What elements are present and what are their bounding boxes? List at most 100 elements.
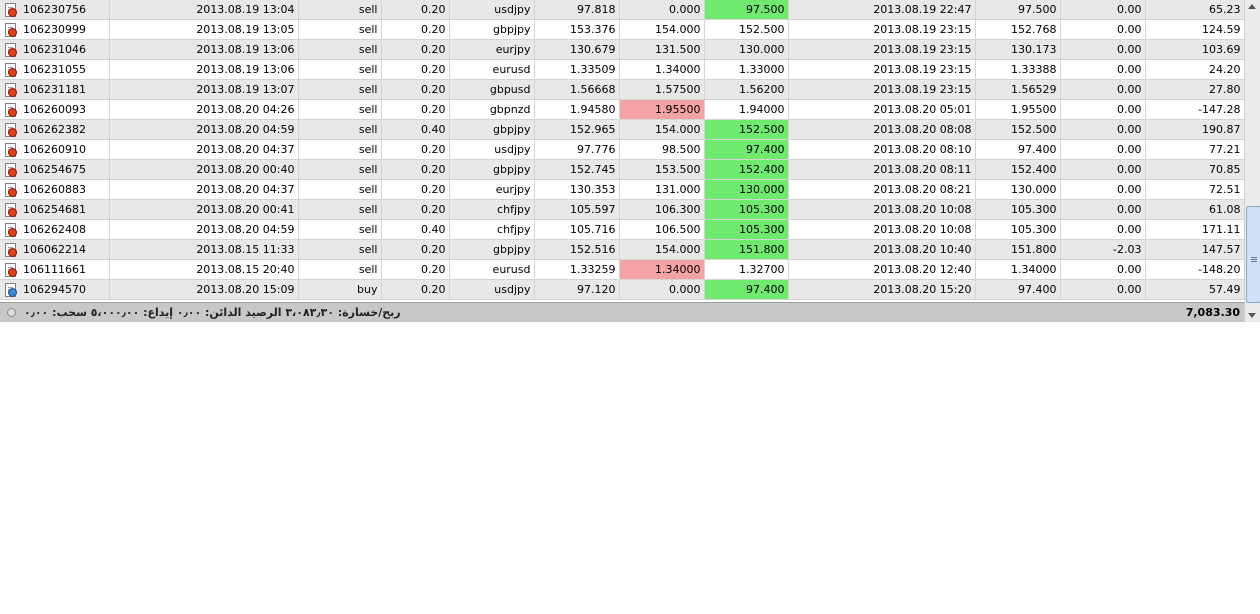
type-cell: sell (298, 99, 382, 120)
open-price-cell: 105.597 (534, 199, 620, 220)
table-row[interactable]: 106111661 2013.08.15 20:40 sell 0.20 eurusd 1… (0, 259, 1245, 280)
size-cell: 0.40 (381, 119, 450, 140)
table-row[interactable]: 106260910 2013.08.20 04:37 sell 0.20 usdjpy 9… (0, 139, 1245, 160)
ticket-cell: 106260883 (0, 179, 110, 200)
table-row[interactable]: 106062214 2013.08.15 11:33 sell 0.20 gbpjpy 1… (0, 239, 1245, 260)
ticket-cell: 106231055 (0, 59, 110, 80)
close-price-cell: 1.95500 (975, 99, 1061, 120)
open-price-cell: 97.818 (534, 0, 620, 20)
ticket-cell: 106294570 (0, 279, 110, 300)
close-price-cell: 130.173 (975, 39, 1061, 60)
account-history-panel: 106230756 2013.08.19 13:04 sell 0.20 usdjpy 9… (0, 0, 1260, 323)
table-row[interactable]: 106262382 2013.08.20 04:59 sell 0.40 gbpjpy 1… (0, 119, 1245, 140)
sell-order-icon (4, 163, 17, 177)
type-cell: sell (298, 119, 382, 140)
ticket-number: 106294570 (23, 283, 86, 296)
open-time-cell: 2013.08.20 00:41 (109, 199, 299, 220)
close-price-cell: 1.34000 (975, 259, 1061, 280)
close-time-cell: 2013.08.20 10:40 (788, 239, 976, 260)
grip-icon (1251, 257, 1257, 258)
swap-cell: 0.00 (1060, 99, 1146, 120)
stop-loss-cell: 1.95500 (619, 99, 705, 120)
take-profit-cell: 97.400 (704, 279, 789, 300)
close-time-cell: 2013.08.19 22:47 (788, 0, 976, 20)
stop-loss-cell: 131.000 (619, 179, 705, 200)
close-time-cell: 2013.08.20 10:08 (788, 199, 976, 220)
table-row[interactable]: 106254675 2013.08.20 00:40 sell 0.20 gbpjpy 1… (0, 159, 1245, 180)
table-row[interactable]: 106294570 2013.08.20 15:09 buy 0.20 usdjpy 97… (0, 279, 1245, 300)
vertical-scrollbar[interactable] (1244, 0, 1260, 322)
table-row[interactable]: 106254681 2013.08.20 00:41 sell 0.20 chfjpy 1… (0, 199, 1245, 220)
size-cell: 0.40 (381, 219, 450, 240)
size-cell: 0.20 (381, 79, 450, 100)
table-row[interactable]: 106231055 2013.08.19 13:06 sell 0.20 eurusd 1… (0, 59, 1245, 80)
close-time-cell: 2013.08.20 12:40 (788, 259, 976, 280)
type-cell: sell (298, 239, 382, 260)
open-time-cell: 2013.08.20 04:37 (109, 139, 299, 160)
profit-cell: -148.20 (1145, 259, 1245, 280)
symbol-cell: gbpusd (449, 79, 535, 100)
symbol-cell: eurjpy (449, 39, 535, 60)
type-cell: sell (298, 219, 382, 240)
stop-loss-cell: 131.500 (619, 39, 705, 60)
profit-cell: 171.11 (1145, 219, 1245, 240)
open-price-cell: 1.33509 (534, 59, 620, 80)
open-time-cell: 2013.08.20 04:59 (109, 219, 299, 240)
size-cell: 0.20 (381, 239, 450, 260)
swap-cell: 0.00 (1060, 179, 1146, 200)
open-time-cell: 2013.08.19 13:04 (109, 0, 299, 20)
scroll-down-arrow-icon[interactable] (1248, 313, 1256, 318)
swap-cell: -2.03 (1060, 239, 1146, 260)
close-time-cell: 2013.08.20 08:10 (788, 139, 976, 160)
symbol-cell: usdjpy (449, 0, 535, 20)
close-time-cell: 2013.08.19 23:15 (788, 19, 976, 40)
open-price-cell: 97.776 (534, 139, 620, 160)
open-time-cell: 2013.08.20 04:59 (109, 119, 299, 140)
profit-cell: 27.80 (1145, 79, 1245, 100)
table-row[interactable]: 106262408 2013.08.20 04:59 sell 0.40 chfjpy 1… (0, 219, 1245, 240)
close-time-cell: 2013.08.20 08:21 (788, 179, 976, 200)
take-profit-cell: 130.000 (704, 39, 789, 60)
open-price-cell: 152.516 (534, 239, 620, 260)
swap-cell: 0.00 (1060, 0, 1146, 20)
open-price-cell: 97.120 (534, 279, 620, 300)
size-cell: 0.20 (381, 39, 450, 60)
scroll-up-arrow-icon[interactable] (1248, 4, 1256, 9)
type-cell: sell (298, 19, 382, 40)
close-price-cell: 105.300 (975, 199, 1061, 220)
symbol-cell: gbpnzd (449, 99, 535, 120)
open-time-cell: 2013.08.19 13:07 (109, 79, 299, 100)
open-price-cell: 105.716 (534, 219, 620, 240)
open-time-cell: 2013.08.15 20:40 (109, 259, 299, 280)
table-row[interactable]: 106231181 2013.08.19 13:07 sell 0.20 gbpusd 1… (0, 79, 1245, 100)
table-row[interactable]: 106230756 2013.08.19 13:04 sell 0.20 usdjpy 9… (0, 0, 1245, 20)
type-cell: sell (298, 39, 382, 60)
ticket-cell: 106260093 (0, 99, 110, 120)
ticket-number: 106254675 (23, 163, 86, 176)
profit-cell: 24.20 (1145, 59, 1245, 80)
close-price-cell: 130.000 (975, 179, 1061, 200)
swap-cell: 0.00 (1060, 79, 1146, 100)
size-cell: 0.20 (381, 279, 450, 300)
sell-order-icon (4, 223, 17, 237)
type-cell: sell (298, 139, 382, 160)
take-profit-cell: 97.400 (704, 139, 789, 160)
sell-order-icon (4, 143, 17, 157)
ticket-cell: 106230999 (0, 19, 110, 40)
stop-loss-cell: 153.500 (619, 159, 705, 180)
symbol-cell: gbpjpy (449, 159, 535, 180)
table-row[interactable]: 106230999 2013.08.19 13:05 sell 0.20 gbpjpy 1… (0, 19, 1245, 40)
scrollbar-thumb[interactable] (1246, 206, 1260, 303)
sell-order-icon (4, 263, 17, 277)
ticket-cell: 106260910 (0, 139, 110, 160)
table-row[interactable]: 106260883 2013.08.20 04:37 sell 0.20 eurjpy 1… (0, 179, 1245, 200)
open-price-cell: 1.56668 (534, 79, 620, 100)
table-row[interactable]: 106260093 2013.08.20 04:26 sell 0.20 gbpnzd 1… (0, 99, 1245, 120)
swap-cell: 0.00 (1060, 199, 1146, 220)
ticket-cell: 106254675 (0, 159, 110, 180)
sell-order-icon (4, 103, 17, 117)
stop-loss-cell: 106.500 (619, 219, 705, 240)
table-row[interactable]: 106231046 2013.08.19 13:06 sell 0.20 eurjpy 1… (0, 39, 1245, 60)
ticket-number: 106230999 (23, 23, 86, 36)
open-time-cell: 2013.08.15 11:33 (109, 239, 299, 260)
